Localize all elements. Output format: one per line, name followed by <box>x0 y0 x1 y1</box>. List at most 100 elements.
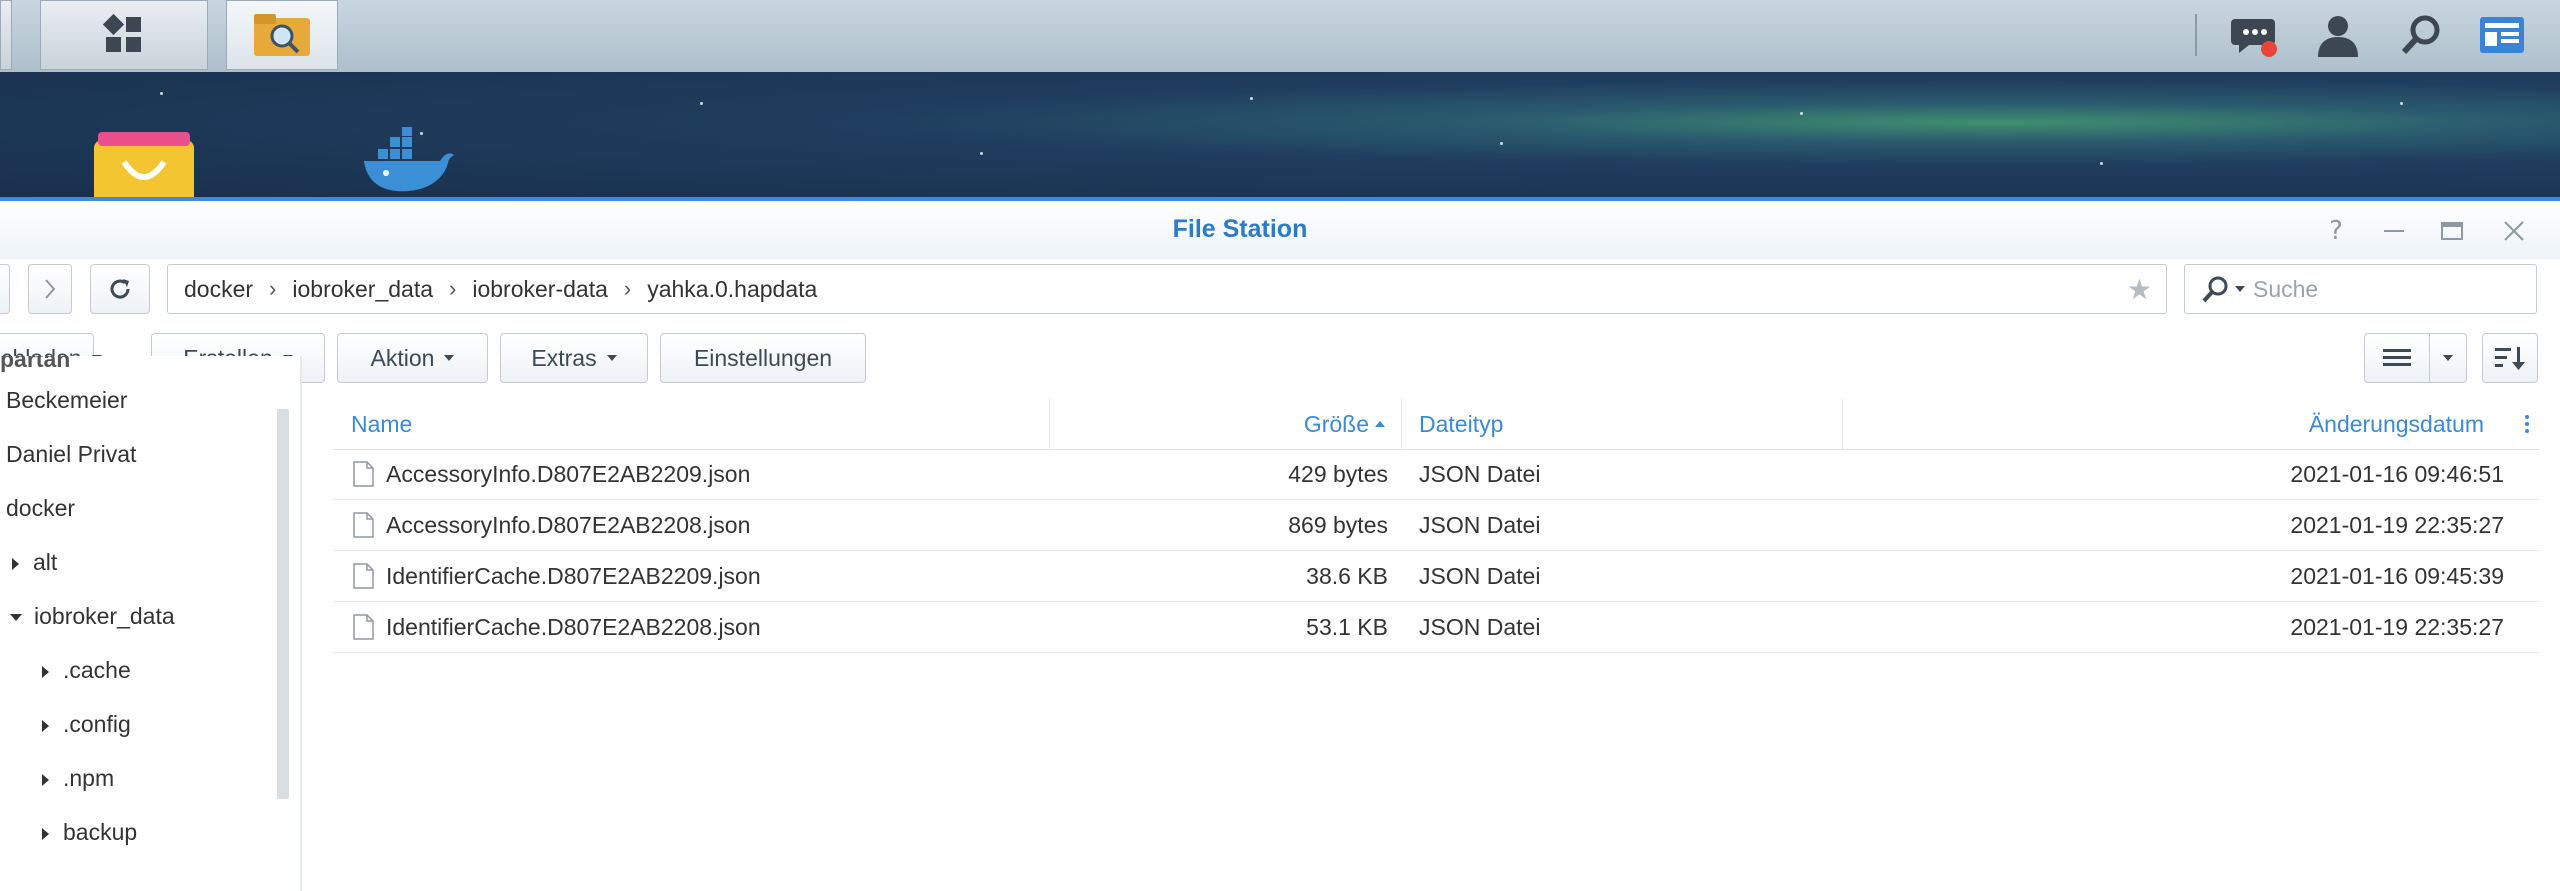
close-button[interactable] <box>2496 213 2532 249</box>
column-options-button[interactable] <box>2513 399 2540 449</box>
settings-button[interactable]: Einstellungen <box>660 333 866 383</box>
expand-arrow-icon[interactable] <box>42 773 49 786</box>
column-header-size[interactable]: Größe <box>1051 399 1402 449</box>
table-row[interactable]: IdentifierCache.D807E2AB2209.json 38.6 K… <box>333 551 2540 602</box>
tree-item-iobroker-data[interactable]: iobroker_data <box>10 603 175 630</box>
chevron-right-icon <box>45 279 56 299</box>
tree-item-label: alt <box>33 549 58 575</box>
column-header-name[interactable]: Name <box>333 399 1050 449</box>
main-menu-button[interactable] <box>40 0 208 70</box>
sort-button[interactable] <box>2482 333 2538 383</box>
collapse-arrow-icon[interactable] <box>10 614 22 622</box>
file-type: JSON Datei <box>1419 511 1541 538</box>
file-icon <box>353 512 374 538</box>
extras-button[interactable]: Extras <box>500 333 648 383</box>
file-modified: 2021-01-19 22:35:27 <box>2290 613 2504 640</box>
file-type: JSON Datei <box>1419 562 1541 589</box>
table-row[interactable]: AccessoryInfo.D807E2AB2208.json 869 byte… <box>333 500 2540 551</box>
search-button[interactable] <box>2396 10 2446 60</box>
action-button[interactable]: Aktion <box>337 333 488 383</box>
folder-tree: partan Beckemeier Daniel Privat docker a… <box>0 356 302 891</box>
file-name-cell: AccessoryInfo.D807E2AB2208.json <box>353 500 750 550</box>
chevron-down-icon <box>2443 355 2453 361</box>
tree-item-backup[interactable]: backup <box>42 819 137 846</box>
maximize-button[interactable] <box>2434 213 2470 249</box>
more-vertical-icon <box>2524 415 2529 433</box>
file-icon <box>353 461 374 487</box>
tree-item-label: .config <box>63 711 131 737</box>
file-name-cell: IdentifierCache.D807E2AB2209.json <box>353 551 761 601</box>
tree-item-config[interactable]: .config <box>42 711 131 738</box>
forward-button[interactable] <box>28 264 72 314</box>
settings-label: Einstellungen <box>693 344 833 371</box>
star <box>1800 112 1803 115</box>
dashboard-card-icon <box>2480 17 2524 53</box>
sidebar-scrollbar[interactable] <box>277 409 289 799</box>
notifications-button[interactable] <box>2230 10 2280 60</box>
chevron-down-icon[interactable] <box>2235 286 2245 292</box>
taskbar <box>0 0 2560 73</box>
expand-arrow-icon[interactable] <box>42 827 49 840</box>
star <box>2400 102 2403 105</box>
taskbar-edge <box>0 0 12 70</box>
path-bar[interactable]: docker › iobroker_data › iobroker-data ›… <box>167 264 2167 314</box>
file-size: 429 bytes <box>1288 460 1388 487</box>
star <box>2100 162 2103 165</box>
tree-root-partial[interactable]: partan <box>0 356 70 373</box>
file-size: 38.6 KB <box>1306 562 1388 589</box>
refresh-button[interactable] <box>90 264 150 314</box>
breadcrumb-iobroker-data-root[interactable]: iobroker_data <box>276 276 433 303</box>
column-header-type[interactable]: Dateityp <box>1403 399 1843 449</box>
search-field[interactable]: Suche <box>2184 264 2537 314</box>
tree-item-npm[interactable]: .npm <box>42 765 114 792</box>
expand-arrow-icon[interactable] <box>12 557 19 570</box>
breadcrumb-iobroker-data[interactable]: iobroker-data <box>456 276 608 303</box>
tree-item-cache[interactable]: .cache <box>42 657 131 684</box>
help-button[interactable]: ? <box>2318 213 2354 249</box>
tree-item-alt[interactable]: alt <box>12 549 57 576</box>
tree-item-docker[interactable]: docker <box>6 495 75 522</box>
search-input[interactable]: Suche <box>2253 276 2318 303</box>
package-center-shortcut[interactable] <box>88 122 200 198</box>
file-type: JSON Datei <box>1419 460 1541 487</box>
chat-bubble-icon <box>2231 19 2277 57</box>
file-name: AccessoryInfo.D807E2AB2209.json <box>386 460 751 487</box>
search-icon <box>2401 15 2440 55</box>
tree-item-beckemeier[interactable]: Beckemeier <box>6 387 127 414</box>
list-view-icon <box>2383 349 2411 366</box>
tree-item-daniel-privat[interactable]: Daniel Privat <box>6 441 136 468</box>
favorite-star-icon[interactable]: ★ <box>2127 273 2152 306</box>
breadcrumb-current[interactable]: yahka.0.hapdata <box>631 276 817 303</box>
extras-label: Extras <box>531 344 597 371</box>
minimize-button[interactable] <box>2376 213 2412 249</box>
file-modified: 2021-01-19 22:35:27 <box>2290 511 2504 538</box>
chevron-right-icon: › <box>449 276 457 301</box>
expand-arrow-icon[interactable] <box>42 665 49 678</box>
file-name: IdentifierCache.D807E2AB2208.json <box>386 613 761 640</box>
file-modified: 2021-01-16 09:45:39 <box>2290 562 2504 589</box>
view-list-button[interactable] <box>2364 333 2430 383</box>
table-row[interactable]: AccessoryInfo.D807E2AB2209.json 429 byte… <box>333 449 2540 500</box>
docker-shortcut[interactable] <box>358 127 454 198</box>
grid-menu-icon <box>102 13 141 52</box>
star <box>1250 97 1253 100</box>
view-options-dropdown[interactable] <box>2429 333 2467 383</box>
breadcrumb-docker[interactable]: docker <box>168 276 253 303</box>
docker-whale-icon <box>364 127 454 192</box>
file-name: AccessoryInfo.D807E2AB2208.json <box>386 511 751 538</box>
file-name-cell: AccessoryInfo.D807E2AB2209.json <box>353 449 750 499</box>
chevron-down-icon <box>606 355 617 361</box>
table-row[interactable]: IdentifierCache.D807E2AB2208.json 53.1 K… <box>333 602 2540 653</box>
expand-arrow-icon[interactable] <box>42 719 49 732</box>
column-header-modified[interactable]: Änderungsdatum <box>1844 399 2504 449</box>
back-button[interactable] <box>0 264 10 314</box>
chevron-right-icon: › <box>269 276 277 301</box>
folder-search-icon <box>254 14 310 56</box>
window-titlebar[interactable]: File Station ? <box>0 201 2560 259</box>
widgets-button[interactable] <box>2477 10 2527 60</box>
shopping-bag-icon <box>94 132 194 198</box>
file-station-taskbar-button[interactable] <box>226 0 338 70</box>
tree-item-label: iobroker_data <box>34 603 175 629</box>
sort-ascending-icon <box>1375 421 1385 427</box>
user-button[interactable] <box>2313 10 2363 60</box>
